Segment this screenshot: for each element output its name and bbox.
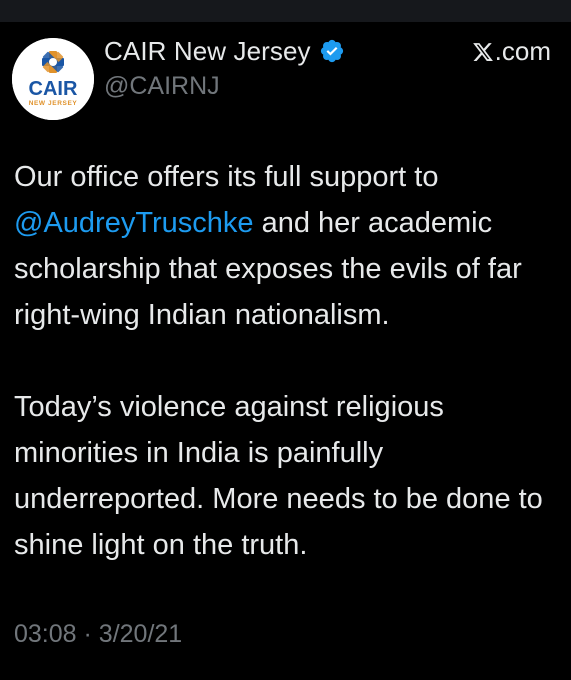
author-name-row[interactable]: CAIR New Jersey bbox=[104, 34, 345, 68]
tweet-text-part: Our office offers its full support to bbox=[14, 161, 439, 193]
tweet-time: 03:08 bbox=[14, 620, 77, 648]
x-logo-icon bbox=[472, 42, 493, 61]
avatar-logo-subtext: NEW JERSEY bbox=[29, 100, 78, 107]
verified-badge-icon bbox=[319, 38, 345, 64]
top-bar bbox=[0, 0, 571, 22]
tweet-paragraph-2: Today’s violence against religious minor… bbox=[14, 391, 543, 561]
tweet-date: 3/20/21 bbox=[98, 620, 183, 648]
cair-logo-icon: CAIR NEW JERSEY bbox=[12, 38, 94, 120]
source-link[interactable]: .com bbox=[472, 36, 551, 67]
mention-link[interactable]: @AudreyTruschke bbox=[14, 207, 254, 239]
timestamp-separator: · bbox=[83, 620, 92, 648]
tweet-paragraph-1: Our office offers its full support to @A… bbox=[14, 154, 562, 338]
avatar[interactable]: CAIR NEW JERSEY bbox=[12, 38, 94, 120]
source-label: .com bbox=[494, 36, 551, 66]
avatar-logo-text: CAIR bbox=[29, 78, 78, 100]
tweet-card[interactable]: CAIR NEW JERSEY CAIR New Jersey @CAIRNJ … bbox=[0, 22, 571, 680]
author-display-name[interactable]: CAIR New Jersey bbox=[104, 36, 311, 67]
tweet-timestamp[interactable]: 03:08 · 3/20/21 bbox=[14, 620, 182, 649]
tweet-body: Our office offers its full support to @A… bbox=[14, 154, 562, 568]
author-handle[interactable]: @CAIRNJ bbox=[104, 72, 220, 101]
